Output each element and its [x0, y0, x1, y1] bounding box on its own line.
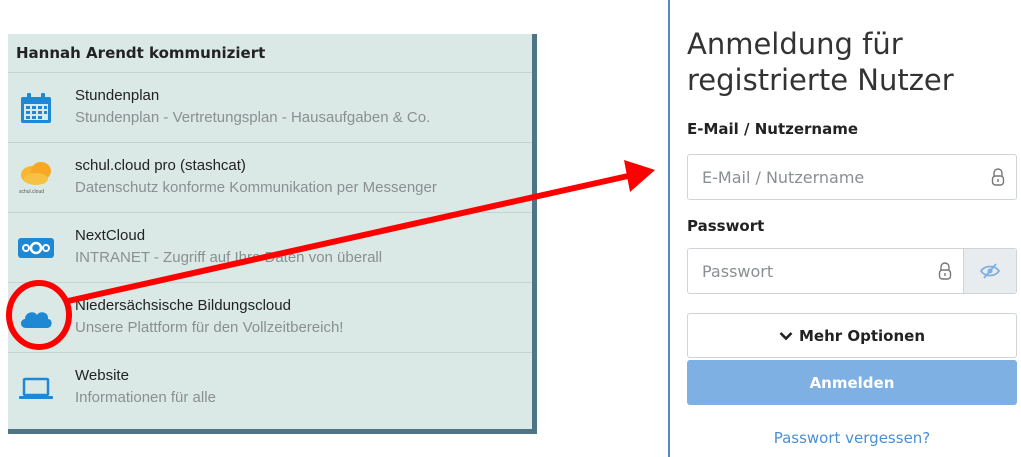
list-item-website[interactable]: Website Informationen für alle [8, 352, 532, 422]
logo-text: schul.cloud [19, 189, 44, 195]
list-item-stundenplan[interactable]: Stundenplan Stundenplan - Vertretungspla… [8, 72, 532, 142]
list-item-bildungscloud[interactable]: Niedersächsische Bildungscloud Unsere Pl… [8, 282, 532, 352]
app-list-panel: Hannah Arendt kommuniziert Stundenplan S… [8, 34, 537, 434]
eye-slash-icon [980, 263, 1000, 279]
cloud-icon [20, 312, 52, 328]
item-title: NextCloud [75, 227, 146, 244]
list-item-schul-cloud[interactable]: schul.cloud schul.cloud pro (stashcat) D… [8, 142, 532, 212]
list-item-nextcloud[interactable]: NextCloud INTRANET - Zugriff auf Ihre Da… [8, 212, 532, 282]
more-options-button[interactable]: Mehr Optionen [687, 313, 1017, 358]
login-panel: Anmeldung für registrierte Nutzer E-Mail… [668, 0, 1021, 457]
red-arrow-head [624, 160, 655, 192]
calendar-icon [21, 93, 51, 123]
panel-title: Hannah Arendt kommuniziert [16, 44, 266, 62]
email-input[interactable] [700, 167, 944, 188]
nextcloud-icon [18, 238, 54, 258]
item-title: Niedersächsische Bildungscloud [75, 297, 291, 314]
lock-icon [991, 168, 1005, 186]
item-subtitle: Informationen für alle [75, 389, 216, 406]
item-subtitle: INTRANET - Zugriff auf Ihre Daten von üb… [75, 249, 383, 266]
email-field[interactable] [687, 154, 1017, 200]
login-button[interactable]: Anmelden [687, 360, 1017, 405]
password-input[interactable] [700, 261, 904, 282]
item-title: Website [75, 367, 129, 384]
item-title: schul.cloud pro (stashcat) [75, 157, 246, 174]
item-subtitle: Unsere Plattform für den Vollzeitbereich… [75, 319, 344, 336]
forgot-password-link[interactable]: Passwort vergessen? [687, 429, 1017, 447]
schul-cloud-logo-icon: schul.cloud [19, 162, 51, 195]
password-field[interactable] [687, 248, 1017, 294]
more-options-label: Mehr Optionen [798, 326, 926, 345]
item-title: Stundenplan [75, 87, 160, 104]
password-label: Passwort [687, 217, 765, 235]
login-title: Anmeldung für registrierte Nutzer [687, 27, 954, 97]
item-subtitle: Stundenplan - Vertretungsplan - Hausaufg… [75, 109, 431, 126]
item-subtitle: Datenschutz konforme Kommunikation per M… [75, 179, 437, 196]
show-password-toggle[interactable] [963, 249, 1016, 293]
lock-icon [938, 262, 952, 280]
chevron-down-icon [779, 331, 793, 340]
email-label: E-Mail / Nutzername [687, 120, 859, 138]
laptop-icon [19, 377, 53, 399]
